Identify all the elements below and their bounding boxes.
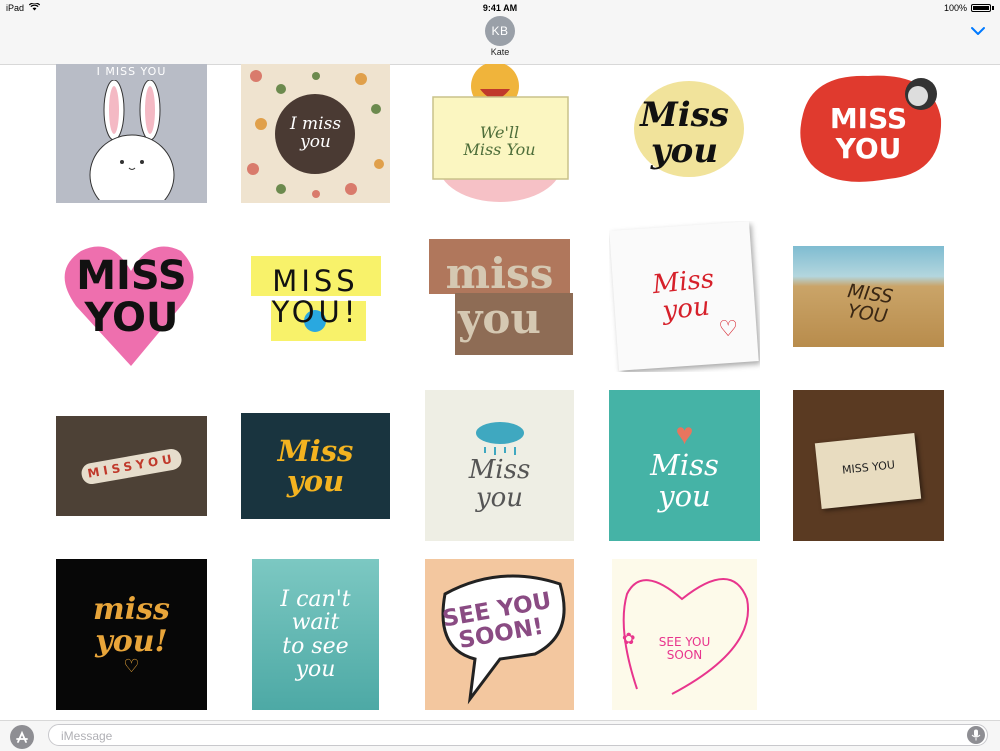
sticker-10-label: MISS YOU bbox=[845, 279, 895, 328]
flower-icon: ✿ bbox=[622, 631, 636, 648]
imessage-field[interactable] bbox=[48, 724, 988, 746]
sticker-4-label: Miss you bbox=[640, 94, 729, 171]
sticker-16-label: miss you! bbox=[93, 592, 170, 659]
sticker-9-label: Miss you bbox=[650, 264, 716, 327]
conversation-header: iPad 9:41 AM 100% KB Kate bbox=[0, 0, 1000, 65]
sticker-17-label: I can't wait to see you bbox=[280, 587, 351, 682]
rain-cloud-icon bbox=[475, 422, 524, 456]
contact-avatar[interactable]: KB bbox=[485, 16, 515, 46]
sticker-14[interactable]: ♥ Miss you bbox=[609, 390, 760, 541]
sticker-grid: I MISS YOU I miss you We'll Miss You Mis… bbox=[0, 64, 1000, 720]
sticker-11[interactable]: MISSYOU bbox=[56, 416, 207, 516]
sticker-3-label: We'll Miss You bbox=[463, 122, 536, 159]
sticker-2-label: I miss you bbox=[289, 113, 342, 152]
sticker-13-label: Miss you bbox=[468, 455, 531, 513]
compose-bar bbox=[0, 720, 1000, 751]
sticker-6-label: MISS YOU bbox=[76, 252, 187, 341]
sticker-16[interactable]: miss you! ♡ bbox=[56, 559, 207, 710]
heart-icon: ♡ bbox=[718, 316, 738, 341]
sticker-4[interactable]: Miss you bbox=[609, 64, 760, 203]
status-bar: iPad 9:41 AM 100% bbox=[0, 0, 1000, 16]
heart-icon: ♡ bbox=[123, 656, 140, 676]
sticker-19[interactable]: ✿ SEE YOU SOON bbox=[612, 559, 757, 710]
sticker-7[interactable]: MISS YOU! bbox=[241, 221, 390, 372]
sticker-6[interactable]: MISS YOU bbox=[56, 221, 207, 372]
sticker-18[interactable]: SEE YOU SOON! bbox=[425, 559, 574, 710]
sticker-15[interactable]: MISS YOU bbox=[793, 390, 944, 541]
battery-nub bbox=[992, 6, 994, 10]
sticker-8[interactable]: miss you bbox=[425, 221, 574, 372]
avatar-initials: KB bbox=[491, 24, 509, 38]
sticker-1[interactable]: I MISS YOU bbox=[56, 64, 207, 203]
battery-icon bbox=[971, 4, 991, 12]
sticker-17[interactable]: I can't wait to see you bbox=[252, 559, 379, 710]
app-store-icon[interactable] bbox=[10, 725, 34, 749]
sticker-5[interactable]: MISS YOU bbox=[793, 64, 944, 203]
sticker-7-label: MISS YOU! bbox=[271, 264, 360, 329]
sticker-13[interactable]: Miss you bbox=[425, 390, 574, 541]
status-time: 9:41 AM bbox=[482, 3, 518, 13]
sticker-9[interactable]: Miss you ♡ bbox=[609, 221, 760, 372]
bunny-illustration bbox=[89, 79, 174, 200]
imessage-input[interactable] bbox=[59, 728, 943, 744]
sticker-3[interactable]: We'll Miss You bbox=[425, 64, 574, 203]
sticker-12[interactable]: Miss you bbox=[241, 413, 390, 519]
sticker-5-label: MISS YOU bbox=[829, 102, 908, 165]
sticker-12-label: Miss you bbox=[277, 433, 354, 498]
sticker-14-label: Miss you bbox=[650, 448, 719, 513]
sticker-10[interactable]: MISS YOU bbox=[793, 246, 944, 347]
sticker-11-label: MISSYOU bbox=[79, 447, 184, 485]
sticker-1-label: I MISS YOU bbox=[96, 65, 167, 78]
battery-percent: 100% bbox=[943, 3, 967, 13]
sticker-19-label: SEE YOU SOON bbox=[658, 634, 711, 662]
heart-icon: ♥ bbox=[675, 418, 694, 452]
sticker-8-label: miss you bbox=[445, 249, 554, 343]
sticker-2[interactable]: I miss you bbox=[241, 64, 390, 203]
collapse-chevron-icon[interactable] bbox=[970, 24, 986, 36]
contact-name[interactable]: Kate bbox=[0, 47, 1000, 57]
microphone-icon[interactable] bbox=[967, 726, 985, 744]
